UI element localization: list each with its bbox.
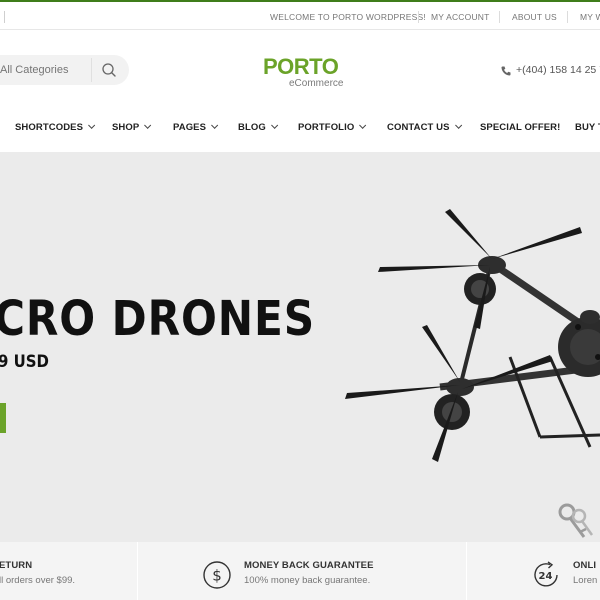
- logo-wordmark: PORTO: [263, 54, 339, 79]
- top-bar: WELCOME TO PORTO WORDPRESS! MY ACCOUNT A…: [0, 2, 600, 30]
- nav-item-label: PAGES: [173, 122, 207, 133]
- nav-item-contact-us[interactable]: CONTACT US: [387, 121, 462, 133]
- chevron-down-icon: [88, 121, 96, 129]
- nav-item-label: CONTACT US: [387, 122, 450, 133]
- nav-item-label: SPECIAL OFFER!: [480, 122, 561, 133]
- search-button[interactable]: [93, 55, 127, 85]
- hero-headline: CRO DRONES: [0, 291, 316, 347]
- feature-strip: ETURN ll orders over $99. $ MONEY BACK G…: [0, 542, 600, 600]
- nav-item-label: BLOG: [238, 122, 266, 133]
- support-24-icon: 24: [534, 561, 558, 587]
- nav-item-blog[interactable]: BLOG: [238, 121, 279, 133]
- shop-now-button[interactable]: [0, 403, 6, 433]
- feature-description: 100% money back guarantee.: [244, 575, 371, 586]
- chevron-down-icon: [359, 121, 367, 129]
- phone-number: +(404) 158 14 25 7: [516, 64, 600, 76]
- my-account-link[interactable]: MY ACCOUNT: [431, 12, 490, 22]
- feature-free-return: ETURN ll orders over $99.: [0, 542, 137, 600]
- porto-logo[interactable]: PORTO eCommerce: [263, 54, 345, 90]
- my-wishlist-link[interactable]: MY W: [580, 12, 600, 22]
- welcome-message: WELCOME TO PORTO WORDPRESS!: [270, 12, 426, 22]
- main-navigation: SHORTCODES SHOP PAGES BLOG PORTFOLIO CON…: [0, 112, 600, 142]
- logo-tagline: eCommerce: [289, 78, 344, 89]
- dollar-icon: $: [203, 561, 231, 589]
- nav-item-label: BUY T: [575, 122, 600, 133]
- nav-item-label: PORTFOLIO: [298, 122, 355, 133]
- feature-title: ETURN: [0, 560, 33, 571]
- divider: [567, 11, 568, 23]
- divider: [91, 58, 92, 82]
- phone-icon: [501, 66, 511, 76]
- divider: [4, 11, 5, 23]
- nav-item-portfolio[interactable]: PORTFOLIO: [298, 121, 367, 133]
- hero-slider[interactable]: CRO DRONES 9 USD: [0, 152, 600, 542]
- nav-item-buy[interactable]: BUY T: [575, 122, 600, 133]
- keys-icon: [558, 503, 594, 538]
- search-icon: [102, 63, 116, 77]
- nav-item-label: SHORTCODES: [15, 122, 84, 133]
- nav-item-label: SHOP: [112, 122, 140, 133]
- search-bar: [0, 55, 129, 85]
- chevron-down-icon: [270, 121, 279, 129]
- feature-online-support: 24 ONLI Loren: [467, 542, 600, 600]
- divider: [499, 11, 500, 23]
- feature-title: ONLI: [573, 560, 597, 571]
- hero-price: 9 USD: [0, 352, 49, 372]
- feature-description: Loren: [573, 575, 598, 586]
- divider: [418, 11, 419, 23]
- drone-image: [345, 209, 600, 462]
- svg-text:24: 24: [539, 571, 553, 582]
- porto-homepage: WELCOME TO PORTO WORDPRESS! MY ACCOUNT A…: [0, 0, 600, 600]
- svg-text:$: $: [212, 567, 222, 585]
- chevron-down-icon: [144, 121, 152, 129]
- nav-item-shortcodes[interactable]: SHORTCODES: [15, 121, 96, 133]
- nav-item-shop[interactable]: SHOP: [112, 121, 152, 133]
- nav-item-pages[interactable]: PAGES: [173, 121, 219, 133]
- feature-description: ll orders over $99.: [0, 575, 76, 586]
- about-us-link[interactable]: ABOUT US: [512, 12, 557, 22]
- nav-item-special-offer[interactable]: SPECIAL OFFER!: [480, 122, 560, 133]
- chevron-down-icon: [211, 121, 219, 129]
- chevron-down-icon: [454, 121, 462, 129]
- category-search-input[interactable]: [0, 55, 70, 85]
- feature-money-back: $ MONEY BACK GUARANTEE 100% money back g…: [138, 542, 466, 600]
- feature-title: MONEY BACK GUARANTEE: [244, 560, 374, 571]
